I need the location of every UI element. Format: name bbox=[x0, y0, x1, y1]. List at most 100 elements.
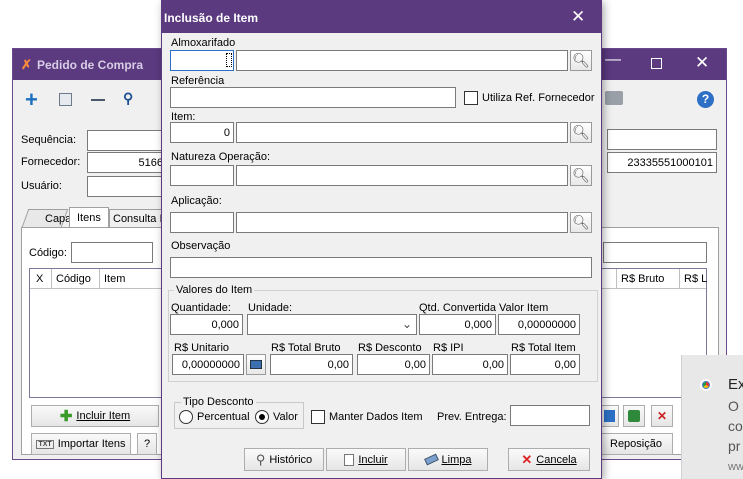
natureza-search-button[interactable]: 🔍︎ bbox=[570, 165, 592, 186]
dialog-titlebar: Inclusão de Item ✕ bbox=[162, 0, 601, 33]
txt-file-icon: TXT bbox=[36, 439, 54, 449]
dialog-close-button[interactable]: ✕ bbox=[571, 7, 585, 27]
calculator-icon bbox=[250, 360, 262, 369]
ipi-input[interactable] bbox=[432, 354, 508, 375]
remove-icon[interactable] bbox=[91, 99, 105, 101]
cancela-button[interactable]: ✕ Cancela bbox=[508, 448, 590, 471]
incluir-button[interactable]: Incluir bbox=[326, 448, 406, 471]
ipi-label: R$ IPI bbox=[433, 342, 464, 354]
document-add-icon bbox=[344, 453, 355, 466]
printer-icon[interactable] bbox=[605, 91, 623, 105]
col-item[interactable]: Item bbox=[100, 269, 170, 289]
help-icon[interactable]: ? bbox=[697, 91, 714, 108]
notification-line-4: ww bbox=[728, 461, 743, 473]
sequencia-label: Sequência: bbox=[21, 134, 77, 146]
referencia-input[interactable] bbox=[170, 87, 456, 108]
codigo-label: Código: bbox=[29, 247, 67, 259]
prev-entrega-input[interactable] bbox=[510, 405, 590, 426]
tab-consulta-label: Consulta I bbox=[113, 213, 163, 225]
qtd-convertida-label: Qtd. Convertida bbox=[419, 302, 497, 314]
prev-entrega-label: Prev. Entrega: bbox=[437, 411, 507, 423]
item-code-input[interactable] bbox=[170, 122, 234, 143]
notification-toast[interactable]: Ex O co pr ww bbox=[681, 355, 743, 479]
refresh-button[interactable] bbox=[623, 405, 645, 427]
add-icon[interactable]: + bbox=[25, 87, 38, 113]
manter-dados-checkbox[interactable] bbox=[311, 410, 325, 424]
refresh-icon bbox=[628, 410, 640, 422]
col-bruto[interactable]: R$ Bruto bbox=[616, 269, 680, 289]
unitario-input[interactable] bbox=[172, 354, 244, 375]
manter-dados-label: Manter Dados Item bbox=[329, 411, 423, 423]
notification-line-1: O bbox=[728, 398, 739, 414]
unitario-label: R$ Unitario bbox=[174, 342, 230, 354]
dialog-title: Inclusão de Item bbox=[164, 11, 259, 25]
app-logo-icon: ✗ bbox=[21, 57, 32, 72]
right-search-input[interactable] bbox=[603, 242, 707, 263]
valor-label: Valor bbox=[273, 411, 298, 423]
aplicacao-code-input[interactable] bbox=[170, 212, 234, 233]
usuario-input[interactable] bbox=[87, 176, 167, 197]
magnifier-icon: 🔍︎ bbox=[572, 167, 590, 183]
quantidade-label: Quantidade: bbox=[171, 302, 231, 314]
importar-itens-button[interactable]: TXT Importar Itens bbox=[31, 433, 131, 455]
observacao-input[interactable] bbox=[170, 257, 592, 278]
fornecedor-input[interactable] bbox=[87, 152, 167, 173]
limpa-button[interactable]: Limpa bbox=[408, 448, 488, 471]
unidade-select[interactable]: ⌄ bbox=[247, 314, 417, 335]
reposicao-label: Reposição bbox=[610, 438, 662, 450]
help-small-button[interactable]: ? bbox=[137, 433, 157, 455]
help-small-label: ? bbox=[143, 438, 151, 450]
incluir-item-label: Incluir Item bbox=[76, 410, 131, 422]
col-x[interactable]: X bbox=[32, 269, 52, 289]
historico-button[interactable]: ⚲ Histórico bbox=[244, 448, 324, 471]
almoxarifado-desc-input[interactable] bbox=[236, 50, 568, 71]
total-bruto-label: R$ Total Bruto bbox=[271, 342, 341, 354]
importar-itens-label: Importar Itens bbox=[57, 438, 126, 450]
total-item-label: R$ Total Item bbox=[511, 342, 576, 354]
almoxarifado-code-input[interactable] bbox=[170, 50, 234, 71]
valor-item-input[interactable] bbox=[498, 314, 580, 335]
sequencia-input[interactable] bbox=[87, 130, 167, 151]
col-codigo[interactable]: Código bbox=[52, 269, 100, 289]
col-liquido[interactable]: R$ L bbox=[680, 269, 707, 289]
total-bruto-input[interactable] bbox=[270, 354, 353, 375]
tipo-desconto-label: Tipo Desconto bbox=[181, 396, 256, 408]
search-icon[interactable]: ⚲ bbox=[123, 90, 133, 107]
natureza-code-input[interactable] bbox=[170, 165, 234, 186]
aplicacao-search-button[interactable]: 🔍︎ bbox=[570, 212, 592, 233]
percentual-radio[interactable] bbox=[179, 410, 193, 424]
pedido-title: Pedido de Compra bbox=[37, 58, 144, 72]
cnpj-input[interactable] bbox=[607, 152, 717, 173]
right-field-1[interactable] bbox=[607, 129, 717, 150]
blue-action-button[interactable] bbox=[599, 405, 619, 427]
item-desc-input[interactable] bbox=[236, 122, 568, 143]
plus-icon: ✚ bbox=[59, 408, 73, 425]
maximize-button[interactable] bbox=[651, 58, 662, 69]
delete-button[interactable]: ✕ bbox=[651, 405, 673, 427]
qtd-convertida-input[interactable] bbox=[419, 314, 496, 335]
calculator-button[interactable] bbox=[246, 354, 266, 375]
item-search-button[interactable]: 🔍︎ bbox=[570, 122, 592, 143]
desconto-label: R$ Desconto bbox=[358, 342, 422, 354]
total-item-input[interactable] bbox=[510, 354, 580, 375]
close-button[interactable]: ✕ bbox=[695, 53, 709, 73]
save-icon[interactable] bbox=[59, 93, 72, 106]
delete-icon: ✕ bbox=[656, 409, 668, 423]
minimize-button[interactable]: — bbox=[605, 51, 621, 69]
almoxarifado-search-button[interactable]: 🔍︎ bbox=[570, 50, 592, 71]
codigo-input[interactable] bbox=[71, 242, 153, 263]
aplicacao-label: Aplicação: bbox=[171, 195, 222, 207]
desconto-input[interactable] bbox=[357, 354, 430, 375]
limpa-label: Limpa bbox=[441, 453, 472, 466]
usuario-label: Usuário: bbox=[21, 180, 62, 192]
reposicao-button[interactable]: Reposição bbox=[599, 433, 673, 455]
natureza-desc-input[interactable] bbox=[236, 165, 568, 186]
fornecedor-label: Fornecedor: bbox=[21, 156, 81, 168]
historico-label: Histórico bbox=[269, 453, 313, 466]
valor-radio[interactable] bbox=[255, 410, 269, 424]
observacao-label: Observação bbox=[171, 240, 231, 252]
incluir-item-button[interactable]: ✚ Incluir Item bbox=[31, 405, 159, 427]
aplicacao-desc-input[interactable] bbox=[236, 212, 568, 233]
quantidade-input[interactable] bbox=[170, 314, 243, 335]
utiliza-ref-checkbox[interactable] bbox=[464, 91, 478, 105]
